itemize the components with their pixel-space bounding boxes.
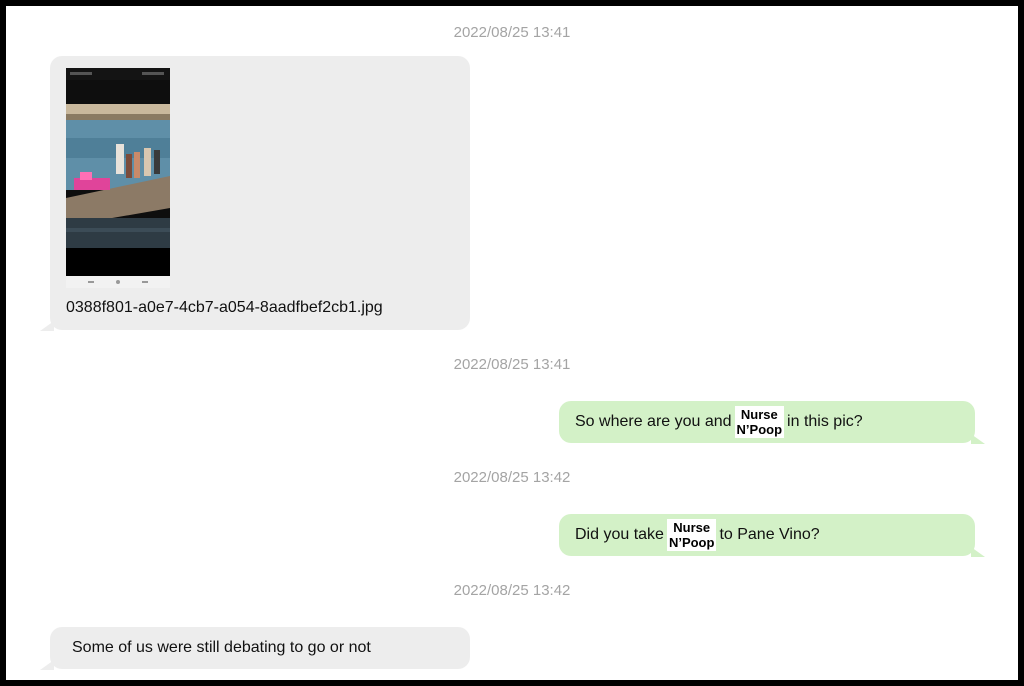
bubble-tail bbox=[40, 660, 54, 670]
bubble-tail bbox=[40, 321, 54, 331]
message-text-before: Did you take bbox=[575, 526, 664, 544]
timestamp: 2022/08/25 13:41 bbox=[453, 356, 571, 373]
timestamp: 2022/08/25 13:42 bbox=[453, 582, 571, 599]
message-text: Did you take Nurse N’Poop to Pane Vino? bbox=[575, 519, 820, 551]
bubble-tail bbox=[971, 547, 985, 557]
redaction-line-2: N’Poop bbox=[668, 535, 715, 550]
attachment-filename[interactable]: 0388f801-a0e7-4cb7-a054-8aadfbef2cb1.jpg bbox=[66, 299, 383, 317]
redaction-line-1: Nurse bbox=[740, 407, 778, 422]
incoming-image-message[interactable]: 0388f801-a0e7-4cb7-a054-8aadfbef2cb1.jpg bbox=[40, 56, 470, 331]
outgoing-message[interactable]: Did you take Nurse N’Poop to Pane Vino? bbox=[559, 514, 985, 557]
timestamp: 2022/08/25 13:42 bbox=[453, 469, 571, 486]
message-text: Some of us were still debating to go or … bbox=[72, 639, 371, 656]
image-thumbnail[interactable] bbox=[66, 68, 170, 288]
message-text-after: in this pic? bbox=[787, 413, 863, 431]
timestamp: 2022/08/25 13:41 bbox=[453, 24, 571, 41]
redaction-label: Nurse N’Poop bbox=[734, 406, 785, 438]
incoming-message[interactable]: Some of us were still debating to go or … bbox=[40, 627, 470, 670]
chat-window: 2022/08/25 13:41 0388f801-a0e7-4cb7-a054… bbox=[0, 0, 1024, 686]
redaction-line-1: Nurse bbox=[673, 520, 711, 535]
bubble-tail bbox=[971, 434, 985, 444]
redaction-line-2: N’Poop bbox=[736, 422, 783, 437]
redaction-label: Nurse N’Poop bbox=[666, 519, 717, 551]
outgoing-message[interactable]: So where are you and Nurse N’Poop in this p… bbox=[559, 401, 985, 444]
message-text-after: to Pane Vino? bbox=[719, 526, 820, 544]
photo-image bbox=[66, 68, 170, 288]
message-text: So where are you and Nurse N’Poop in this p… bbox=[575, 406, 863, 438]
message-text-before: So where are you and bbox=[575, 413, 732, 431]
